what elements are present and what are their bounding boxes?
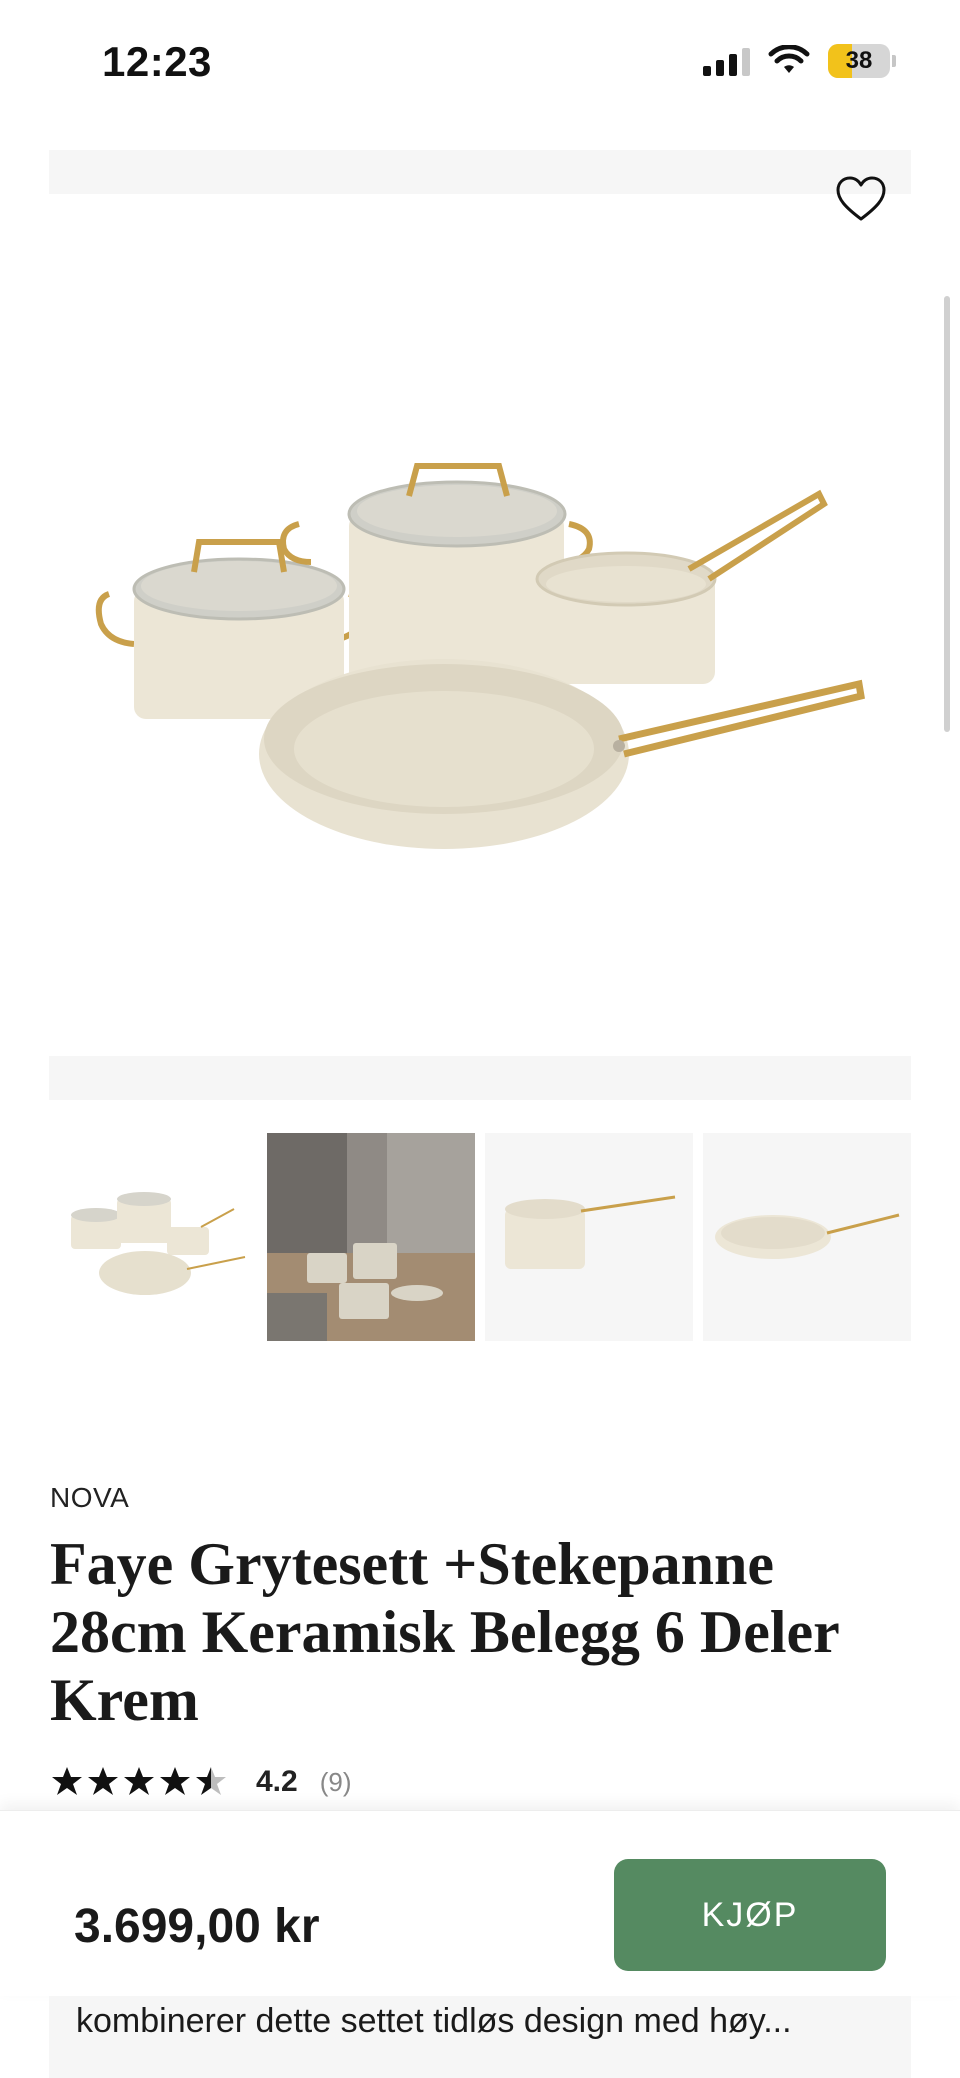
sticky-buy-bar: 3.699,00 kr KJØP	[0, 1810, 960, 1996]
star-icon	[88, 1767, 118, 1795]
heart-outline-icon	[836, 176, 886, 221]
product-price: 3.699,00 kr	[74, 1900, 320, 1953]
main-product-image[interactable]	[49, 194, 911, 1056]
thumbnail-strip	[49, 1133, 911, 1341]
gallery-top-strip	[49, 150, 911, 194]
brand-name[interactable]: NOVA	[50, 1482, 129, 1514]
thumb-kitchen-scene[interactable]	[267, 1133, 475, 1341]
star-icon	[52, 1767, 82, 1795]
page-scrollbar[interactable]	[944, 296, 950, 732]
saucepan-illustration	[535, 489, 828, 684]
star-icon	[124, 1767, 154, 1795]
thumb-saucepan[interactable]	[485, 1133, 693, 1341]
favorite-button[interactable]	[832, 170, 890, 228]
frying-pan-illustration	[259, 659, 865, 849]
product-rating[interactable]: 4.2 (9)	[50, 1762, 352, 1802]
gallery-bottom-strip	[49, 1056, 911, 1100]
battery-level: 38	[845, 47, 873, 74]
wifi-icon	[768, 45, 810, 73]
status-time: 12:23	[102, 38, 212, 85]
description-snippet[interactable]: kombinerer dette settet tidløs design me…	[76, 2002, 896, 2041]
star-icon	[160, 1767, 190, 1795]
buy-button[interactable]: KJØP	[614, 1859, 886, 1971]
status-bar: 12:23 38	[0, 0, 960, 120]
status-icons: 38	[703, 44, 896, 78]
rating-count: (9)	[319, 1766, 352, 1797]
thumb-cookware-set[interactable]	[49, 1133, 257, 1341]
rating-stars	[50, 1765, 234, 1799]
rating-value: 4.2	[256, 1765, 298, 1798]
cellular-signal-icon	[703, 46, 750, 76]
battery-icon: 38	[828, 44, 896, 78]
product-title: Faye Grytesett +Stekepanne 28cm Keramisk…	[50, 1531, 839, 1733]
star-half-icon	[196, 1767, 226, 1795]
thumb-frying-pan[interactable]	[703, 1133, 911, 1341]
